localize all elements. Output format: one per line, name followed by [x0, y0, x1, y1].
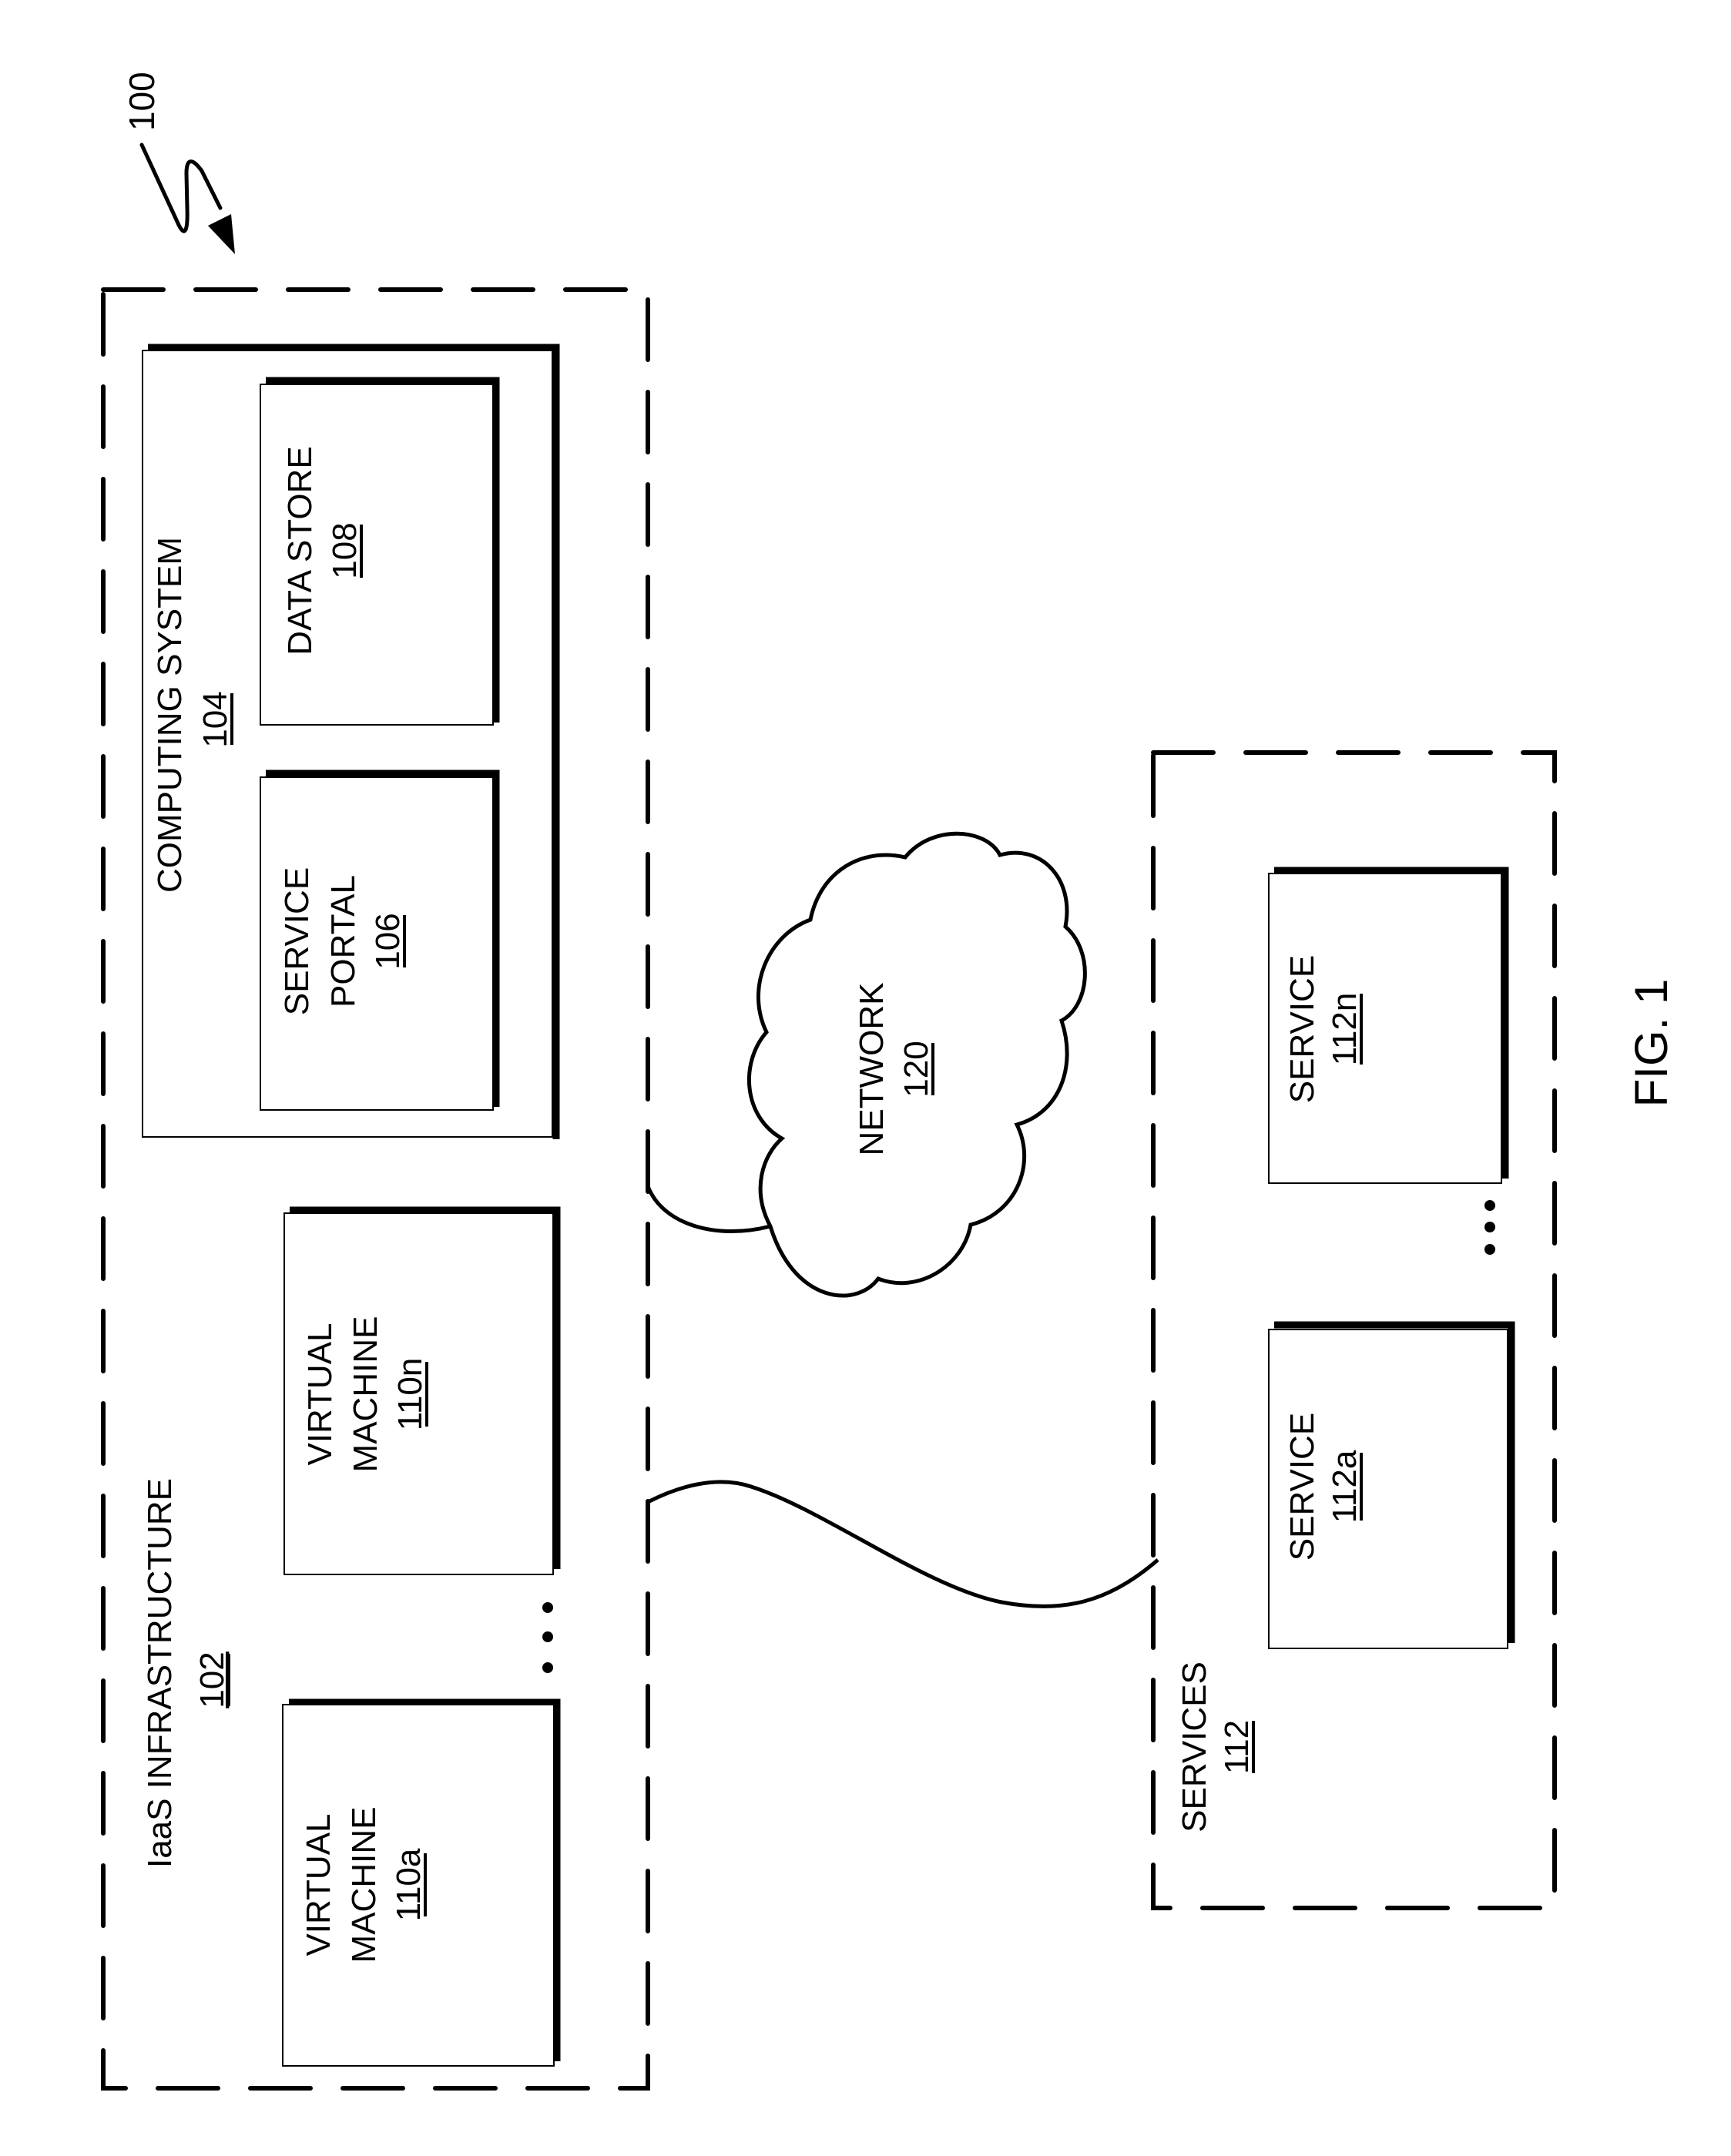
services-ellipsis-icon: [1484, 1200, 1495, 1255]
iaas-ref: 102: [193, 1651, 231, 1708]
network-cloud: NETWORK 120: [646, 831, 1087, 1298]
vm-110n-line2: MACHINE: [347, 1316, 384, 1473]
vm-110n-ref: 110n: [391, 1358, 429, 1431]
computing-system: COMPUTING SYSTEM 104 DATA STORE 108 SERV…: [142, 344, 560, 1139]
service-portal-ref: 106: [369, 913, 407, 969]
data-store: DATA STORE 108: [260, 377, 500, 726]
arrowhead-icon: [208, 214, 235, 254]
service-112a-ref: 112a: [1326, 1450, 1364, 1523]
network-title: NETWORK: [853, 983, 891, 1156]
network-ref: 120: [897, 1041, 935, 1097]
virtual-machine-110a: VIRTUAL MACHINE 110a: [282, 1698, 561, 2067]
reference-100: 100: [122, 72, 235, 254]
services-container: SERVICES 112 SERVICE 112n SERVICE 112a: [1151, 750, 1557, 1910]
cloud-tail: [646, 1185, 771, 1233]
computing-system-ref: 104: [196, 691, 234, 747]
patent-figure: 100 IaaS INFRASTRUCTURE 102 COMPUTING SY…: [101, 72, 1677, 2091]
services-ref: 112: [1218, 1720, 1256, 1774]
iaas-infrastructure: IaaS INFRASTRUCTURE 102 COMPUTING SYSTEM…: [101, 287, 650, 2091]
virtual-machine-110n: VIRTUAL MACHINE 110n: [283, 1206, 561, 1575]
reference-100-label: 100: [122, 72, 162, 131]
data-store-title: DATA STORE: [281, 446, 319, 655]
iaas-title: IaaS INFRASTRUCTURE: [141, 1478, 179, 1868]
vm-110n-line1: VIRTUAL: [301, 1323, 339, 1465]
service-112n: SERVICE 112n: [1268, 867, 1509, 1184]
service-portal-line2: PORTAL: [324, 875, 362, 1008]
service-112n-ref: 112n: [1326, 993, 1364, 1066]
vm-110a-line1: VIRTUAL: [300, 1813, 337, 1956]
vm-110a-ref: 110a: [390, 1848, 428, 1921]
service-portal-line1: SERVICE: [278, 867, 316, 1015]
service-112a: SERVICE 112a: [1268, 1321, 1515, 1649]
data-store-ref: 108: [326, 522, 364, 578]
service-portal: SERVICE PORTAL 106: [260, 770, 500, 1111]
figure-caption: FIG. 1: [1625, 979, 1677, 1108]
reference-arrow-icon: [139, 143, 223, 233]
service-112a-line1: SERVICE: [1283, 1413, 1321, 1561]
connection-line: [646, 1480, 1159, 1608]
vm-110a-line2: MACHINE: [345, 1807, 383, 1963]
computing-system-title: COMPUTING SYSTEM: [151, 537, 189, 893]
services-title: SERVICES: [1176, 1661, 1213, 1832]
vm-ellipsis-icon: [542, 1602, 553, 1673]
service-112n-line1: SERVICE: [1283, 955, 1321, 1103]
